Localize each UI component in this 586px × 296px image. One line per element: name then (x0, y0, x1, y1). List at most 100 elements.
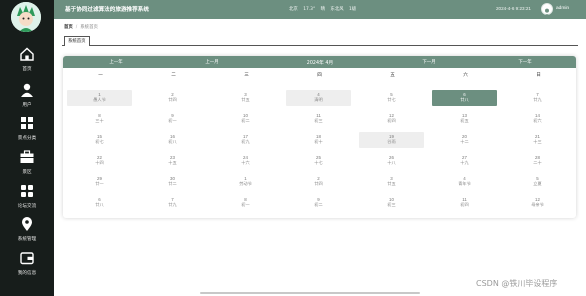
lunar-date: 初四 (460, 202, 469, 207)
lunar-date: 廿八 (95, 202, 104, 207)
user-avatar-icon (543, 8, 551, 17)
sidebar-item-user[interactable]: 用户 (0, 80, 54, 116)
calendar-day-cell[interactable]: 5 廿七 (359, 90, 424, 106)
lunar-date: 十五 (168, 160, 177, 165)
horizontal-scrollbar[interactable] (200, 292, 420, 294)
lunar-date: 初二 (241, 118, 250, 123)
sidebar-item-label: 景区 (22, 170, 32, 175)
calendar-day-cell[interactable]: 6 廿八 (432, 90, 497, 106)
user-avatar[interactable] (541, 3, 553, 17)
lunar-date: 十六 (241, 160, 250, 165)
calendar-header: 上一年 上一月 2024年 4月 下一月 下一年 (63, 56, 576, 68)
weather-wind: 东北风 (330, 7, 344, 12)
tabs-divider (62, 45, 578, 46)
calendar-day-cell[interactable]: 22 十四 (67, 153, 132, 169)
calendar-day-cell[interactable]: 26 十八 (359, 153, 424, 169)
next-month-button[interactable]: 下一月 (409, 59, 449, 65)
calendar-day-cell[interactable]: 12 初四 (359, 111, 424, 127)
calendar-day-cell[interactable]: 27 十九 (432, 153, 497, 169)
calendar-day-cell[interactable]: 8 三十 (67, 111, 132, 127)
breadcrumb-home[interactable]: 首页 (64, 25, 73, 30)
prev-month-button[interactable]: 上一月 (192, 59, 232, 65)
calendar-day-cell[interactable]: 7 廿九 (140, 195, 205, 211)
calendar-day-cell[interactable]: 14 初六 (505, 111, 570, 127)
calendar-day-cell[interactable]: 18 初十 (286, 132, 351, 148)
lunar-date: 初十 (314, 139, 323, 144)
calendar-day-cell[interactable]: 9 初一 (140, 111, 205, 127)
lunar-date: 谷雨 (387, 139, 396, 144)
lunar-date: 廿四 (168, 97, 177, 102)
sidebar-item-label: 用户 (22, 103, 32, 108)
calendar-day-cell[interactable]: 13 初五 (432, 111, 497, 127)
lunar-date: 二十 (533, 160, 542, 165)
weather-info: 北京 17.3° 晴 东北风 1级 (289, 6, 360, 12)
calendar-day-cell[interactable]: 3 廿五 (359, 174, 424, 190)
calendar-day-cell[interactable]: 16 初八 (140, 132, 205, 148)
sidebar-item-label: 景点分类 (17, 136, 37, 141)
calendar-day-cell[interactable]: 30 廿二 (140, 174, 205, 190)
sidebar-item-profile[interactable]: 我的信息 (0, 248, 54, 284)
calendar-day-cell[interactable]: 24 十六 (213, 153, 278, 169)
calendar-day-cell[interactable]: 3 廿五 (213, 90, 278, 106)
calendar-day-cell[interactable]: 10 初二 (213, 111, 278, 127)
calendar-day-cell[interactable]: 25 十七 (286, 153, 351, 169)
calendar-day-cell[interactable]: 4 青年节 (432, 174, 497, 190)
weekday-label: 二 (171, 73, 176, 78)
calendar-day-cell[interactable]: 23 十五 (140, 153, 205, 169)
sidebar-item-system[interactable]: 系统管理 (0, 214, 54, 250)
calendar-day-cell[interactable]: 8 初一 (213, 195, 278, 211)
home-icon (19, 46, 35, 62)
sidebar-item-scenic[interactable]: 景区 (0, 147, 54, 183)
calendar-day-cell[interactable]: 1 愚人节 (67, 90, 132, 106)
lunar-date: 廿八 (460, 97, 469, 102)
calendar-day-cell[interactable]: 4 清明 (286, 90, 351, 106)
calendar-day-cell[interactable]: 10 初三 (359, 195, 424, 211)
calendar-day-cell[interactable]: 20 十二 (432, 132, 497, 148)
weather-city: 北京 (289, 7, 298, 12)
calendar-day-cell[interactable]: 11 初三 (286, 111, 351, 127)
sidebar-item-home[interactable]: 首页 (0, 44, 54, 80)
sidebar-item-label: 首页 (22, 67, 32, 72)
forum-icon (19, 183, 35, 199)
weekday-label: 一 (98, 73, 103, 78)
calendar-day-cell[interactable]: 17 初九 (213, 132, 278, 148)
tab-system-home[interactable]: 系统首页 (64, 36, 90, 46)
prev-year-button[interactable]: 上一年 (96, 59, 136, 65)
sidebar-item-category[interactable]: 景点分类 (0, 113, 54, 149)
calendar-day-cell[interactable]: 19 谷雨 (359, 132, 424, 148)
calendar-day-cell[interactable]: 28 二十 (505, 153, 570, 169)
sidebar-item-label: 论坛交流 (17, 204, 37, 209)
lunar-date: 廿四 (314, 181, 323, 186)
lunar-date: 青年节 (458, 181, 471, 186)
next-year-button[interactable]: 下一年 (505, 59, 545, 65)
calendar-day-cell[interactable]: 7 廿九 (505, 90, 570, 106)
month-label: 2024年 4月 (306, 61, 334, 66)
calendar-day-cell[interactable]: 2 廿四 (286, 174, 351, 190)
calendar-day-cell[interactable]: 21 十三 (505, 132, 570, 148)
map-pin-icon (19, 216, 35, 232)
current-datetime: 2024-4-6 9:23:21 (496, 6, 531, 11)
calendar-day-cell[interactable]: 12 母亲节 (505, 195, 570, 211)
sidebar-item-label: 我的信息 (17, 271, 37, 276)
lunar-date: 廿一 (95, 181, 104, 186)
user-name[interactable]: admin (556, 6, 569, 11)
calendar-day-cell[interactable]: 9 初二 (286, 195, 351, 211)
calendar-day-cell[interactable]: 29 廿一 (67, 174, 132, 190)
lunar-date: 立夏 (533, 181, 542, 186)
calendar-day-cell[interactable]: 2 廿四 (140, 90, 205, 106)
sidebar: 首页 用户 景点分类 景区 论坛交流 系统管理 我的信息 (0, 0, 54, 296)
lunar-date: 初七 (95, 139, 104, 144)
lunar-date: 清明 (314, 97, 323, 102)
weekday-label: 日 (536, 73, 541, 78)
weekday-label: 三 (244, 73, 249, 78)
lunar-date: 廿二 (168, 181, 177, 186)
calendar-day-cell[interactable]: 5 立夏 (505, 174, 570, 190)
lunar-date: 廿九 (168, 202, 177, 207)
lunar-date: 廿五 (387, 181, 396, 186)
calendar-day-cell[interactable]: 11 初四 (432, 195, 497, 211)
category-icon (19, 115, 35, 131)
calendar-day-cell[interactable]: 1 劳动节 (213, 174, 278, 190)
calendar-day-cell[interactable]: 15 初七 (67, 132, 132, 148)
calendar-day-cell[interactable]: 6 廿八 (67, 195, 132, 211)
sidebar-item-forum[interactable]: 论坛交流 (0, 181, 54, 217)
